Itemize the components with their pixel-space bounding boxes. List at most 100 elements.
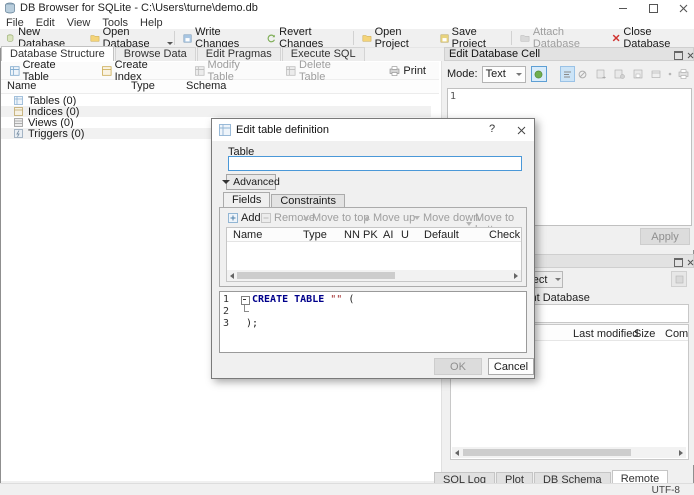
dialog-icon xyxy=(219,124,231,136)
column-commit[interactable]: Commit xyxy=(665,328,688,340)
tree-item-indices[interactable]: Indices (0) xyxy=(1,106,431,118)
new-database-icon xyxy=(6,33,14,42)
dialog-help-button[interactable]: ? xyxy=(484,123,500,137)
scroll-left-icon[interactable] xyxy=(455,450,459,456)
maximize-button[interactable] xyxy=(642,3,664,14)
fields-grid[interactable]: Name Type NN PK AI U Default Check xyxy=(226,227,522,282)
table-name-input[interactable] xyxy=(228,156,522,171)
word-wrap-button[interactable] xyxy=(559,66,576,82)
line-number: 1 xyxy=(223,294,230,305)
title-bar: DB Browser for SQLite - C:\Users\turne\d… xyxy=(0,0,694,16)
chevron-down-icon xyxy=(555,278,562,281)
add-icon xyxy=(228,213,238,223)
code-fold-icon[interactable] xyxy=(241,296,250,305)
copy-button xyxy=(649,66,664,82)
window-title: DB Browser for SQLite - C:\Users\turne\d… xyxy=(20,2,258,14)
scroll-left-icon[interactable] xyxy=(230,273,234,279)
scrollbar-thumb[interactable] xyxy=(237,272,395,279)
sql-preview[interactable]: 1 2 3 CREATE TABLE "" ( ); xyxy=(219,291,527,353)
print-cell-button xyxy=(676,66,691,82)
fields-pane: Add Remove Move to top Move up Move down… xyxy=(219,207,527,287)
horizontal-scrollbar[interactable] xyxy=(227,270,521,281)
grid-column-pk[interactable]: PK xyxy=(363,229,378,241)
tab-fields[interactable]: Fields xyxy=(223,192,271,208)
dialog-close-button[interactable] xyxy=(512,123,530,137)
close-database-button[interactable]: Close Database xyxy=(606,26,694,50)
open-database-dropdown-icon[interactable] xyxy=(167,42,174,45)
chevron-down-icon xyxy=(516,72,523,76)
export-file-button xyxy=(612,66,627,82)
close-panel-button[interactable] xyxy=(685,258,694,267)
grid-column-check[interactable]: Check xyxy=(489,229,520,241)
view-icon xyxy=(14,118,23,127)
arrow-up-icon xyxy=(364,216,370,220)
tab-constraints[interactable]: Constraints xyxy=(271,194,345,208)
dialog-tab-bar: Fields Constraints xyxy=(223,192,346,208)
dialog-title: Edit table definition xyxy=(236,124,329,136)
grid-column-type[interactable]: Type xyxy=(303,229,327,241)
close-icon xyxy=(687,259,693,266)
minimize-button[interactable] xyxy=(612,3,634,14)
scrollbar-thumb[interactable] xyxy=(463,449,631,456)
tree-column-schema[interactable]: Schema xyxy=(186,80,226,92)
float-panel-button[interactable] xyxy=(673,258,683,267)
edit-cell-panel-header: Edit Database Cell xyxy=(444,47,694,61)
word-wrap-icon xyxy=(563,71,571,77)
line-number: 2 xyxy=(223,306,230,317)
table-icon xyxy=(14,96,23,105)
save-project-button[interactable]: Save Project xyxy=(434,26,510,50)
close-icon xyxy=(687,52,693,59)
edit-cell-toolbar: Mode: Text xyxy=(447,65,691,83)
close-panel-button[interactable] xyxy=(685,51,694,60)
revert-changes-button[interactable]: Revert Changes xyxy=(261,26,351,50)
open-database-icon xyxy=(90,35,100,42)
print-icon xyxy=(678,69,689,79)
new-database-button[interactable]: New Database xyxy=(0,26,84,50)
horizontal-scrollbar[interactable] xyxy=(452,447,686,458)
delete-table-icon xyxy=(286,65,296,76)
encoding-indicator[interactable]: UTF-8 xyxy=(652,485,680,495)
toolbar-separator xyxy=(511,31,512,45)
modify-table-icon xyxy=(195,65,205,76)
column-last-modified[interactable]: Last modified xyxy=(573,328,638,340)
dialog-title-bar[interactable]: Edit table definition ? xyxy=(212,119,534,141)
mode-select[interactable]: Text xyxy=(481,65,527,83)
auto-apply-toggle[interactable] xyxy=(531,66,547,82)
ok-button: OK xyxy=(434,358,482,375)
grid-column-default[interactable]: Default xyxy=(424,229,459,241)
delete-table-button: Delete Table xyxy=(279,59,364,83)
modify-table-button: Modify Table xyxy=(188,59,274,83)
refresh-icon xyxy=(675,275,683,283)
tree-column-name[interactable]: Name xyxy=(7,80,36,92)
scroll-right-icon[interactable] xyxy=(514,273,518,279)
open-database-button[interactable]: Open Database xyxy=(84,26,174,50)
open-project-button[interactable]: Open Project xyxy=(356,26,434,50)
refresh-remote-button xyxy=(671,271,687,287)
create-index-button[interactable]: Create Index xyxy=(95,59,182,83)
float-panel-button[interactable] xyxy=(673,51,683,60)
print-icon xyxy=(390,65,400,76)
grid-column-nn[interactable]: NN xyxy=(344,229,360,241)
close-button[interactable] xyxy=(672,3,694,14)
move-up-button: Move up xyxy=(364,212,415,224)
grid-column-u[interactable]: U xyxy=(401,229,409,241)
null-value-button xyxy=(575,66,590,82)
add-field-button[interactable]: Add xyxy=(228,212,261,224)
cancel-button[interactable]: Cancel xyxy=(488,358,534,375)
tree-item-tables[interactable]: Tables (0) xyxy=(1,95,431,107)
create-table-button[interactable]: Create Table xyxy=(3,59,89,83)
tree-column-type[interactable]: Type xyxy=(131,80,155,92)
scroll-right-icon[interactable] xyxy=(679,450,683,456)
save-project-icon xyxy=(440,34,449,42)
print-button[interactable]: Print xyxy=(382,63,433,78)
write-changes-button[interactable]: Write Changes xyxy=(177,26,261,50)
grid-column-ai[interactable]: AI xyxy=(383,229,393,241)
mode-label: Mode: xyxy=(447,68,478,80)
grid-column-name[interactable]: Name xyxy=(233,229,262,241)
advanced-button[interactable]: Advanced xyxy=(222,174,280,190)
column-size[interactable]: Size xyxy=(634,328,655,340)
structure-toolbar: Create Table Create Index Modify Table D… xyxy=(1,59,439,83)
close-icon xyxy=(517,126,525,134)
write-changes-icon xyxy=(183,34,192,42)
fold-guide-line xyxy=(244,305,249,312)
